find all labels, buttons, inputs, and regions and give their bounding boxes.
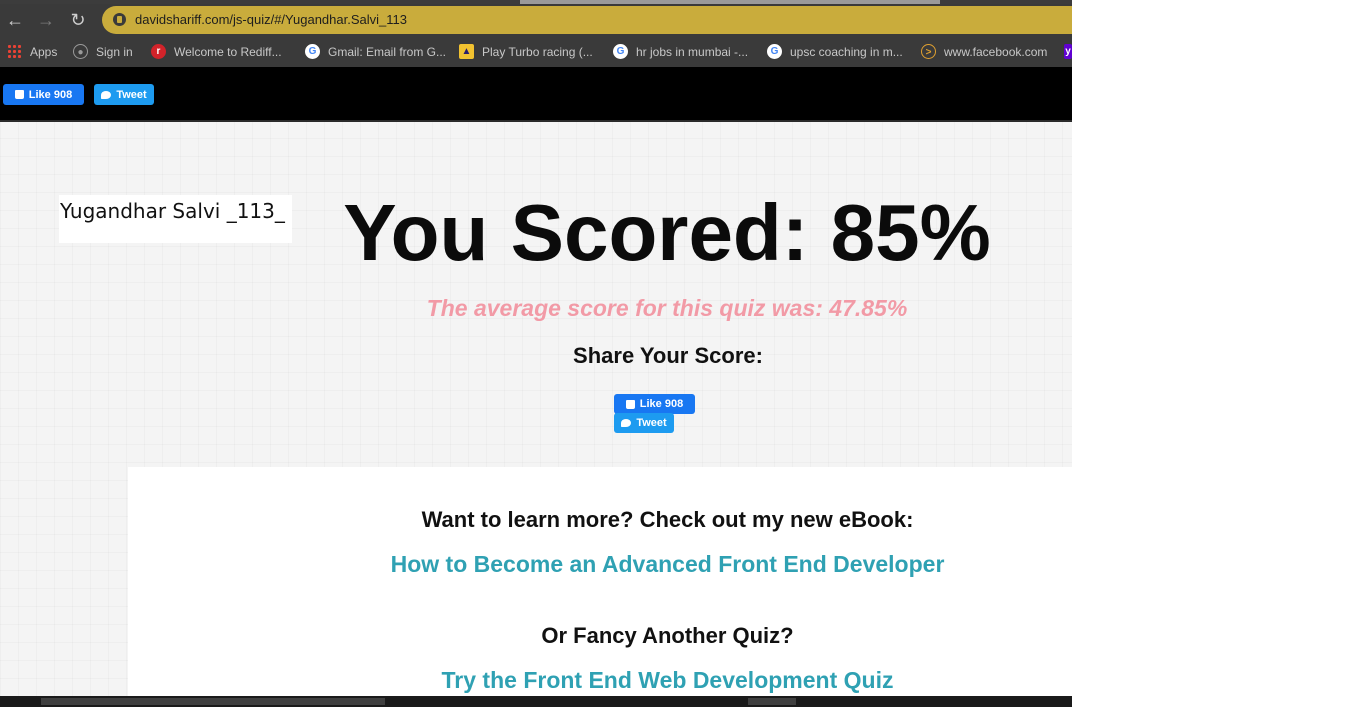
bookmark-apps[interactable]: Apps xyxy=(7,36,57,67)
google-icon: G xyxy=(305,44,320,59)
page-content: Like 908 Tweet Yugandhar Salvi _113_ You… xyxy=(0,67,1072,707)
bookmark-label: Apps xyxy=(30,44,58,59)
google-icon: G xyxy=(767,44,782,59)
site-info-icon[interactable] xyxy=(113,13,126,26)
promo-panel: Want to learn more? Check out my new eBo… xyxy=(128,467,1072,707)
horizontal-scrollbar[interactable] xyxy=(0,696,1072,707)
address-bar[interactable]: davidshariff.com/js-quiz/#/Yugandhar.Sal… xyxy=(102,6,1072,34)
turbo-icon: ▲ xyxy=(459,44,474,59)
share-like-button[interactable]: Like 908 xyxy=(614,394,695,414)
forward-icon[interactable]: → xyxy=(33,8,59,32)
bookmark-gmail[interactable]: G Gmail: Email from G... xyxy=(305,36,446,67)
twitter-bird-icon xyxy=(621,419,632,427)
bookmark-label: www.facebook.com xyxy=(944,44,1048,59)
bookmark-label: Gmail: Email from G... xyxy=(328,44,447,59)
tweet-label: Tweet xyxy=(116,88,147,101)
learn-more-text: Want to learn more? Check out my new eBo… xyxy=(421,507,914,532)
like-label: Like 908 xyxy=(639,398,684,410)
bookmark-turbo-racing[interactable]: ▲ Play Turbo racing (... xyxy=(459,36,593,67)
twitter-bird-icon xyxy=(101,90,112,99)
scrollbar-thumb[interactable] xyxy=(41,698,385,705)
social-top-bar: Like 908 Tweet xyxy=(0,67,1072,122)
another-quiz-text: Or Fancy Another Quiz? xyxy=(541,623,794,648)
bookmark-label: Welcome to Rediff... xyxy=(174,44,282,59)
bookmark-label: Play Turbo racing (... xyxy=(482,44,593,59)
bookmark-hr-jobs[interactable]: G hr jobs in mumbai -... xyxy=(613,36,748,67)
thumbs-up-icon xyxy=(14,90,24,99)
ebook-link[interactable]: How to Become an Advanced Front End Deve… xyxy=(128,551,1072,578)
share-title: Share Your Score: xyxy=(573,343,763,368)
address-url[interactable]: davidshariff.com/js-quiz/#/Yugandhar.Sal… xyxy=(135,6,407,34)
bookmark-rediff[interactable]: r Welcome to Rediff... xyxy=(151,36,282,67)
browser-window: ← → ↻ davidshariff.com/js-quiz/#/Yugandh… xyxy=(0,0,1072,707)
bookmark-label: upsc coaching in m... xyxy=(790,44,903,59)
bookmark-label: hr jobs in mumbai -... xyxy=(636,44,749,59)
back-icon[interactable]: ← xyxy=(2,8,28,32)
thumbs-up-icon xyxy=(625,399,635,409)
average-score: The average score for this quiz was: 47.… xyxy=(426,295,908,321)
facebook-like-button[interactable]: Like 908 xyxy=(3,84,84,105)
share-tweet-button[interactable]: Tweet xyxy=(614,413,674,433)
bookmarks-bar: Apps ● Sign in r Welcome to Rediff... G … xyxy=(0,36,1072,67)
apps-grid-icon xyxy=(7,44,22,59)
like-label: Like 908 xyxy=(28,88,73,101)
rediff-icon: r xyxy=(151,44,166,59)
bookmark-yahoo[interactable]: y xyxy=(1064,36,1072,67)
google-icon: G xyxy=(613,44,628,59)
bookmark-upsc-coaching[interactable]: G upsc coaching in m... xyxy=(767,36,903,67)
scrollbar-thumb[interactable] xyxy=(748,698,796,705)
tweet-button[interactable]: Tweet xyxy=(94,84,154,105)
score-heading: You Scored: 85% xyxy=(343,188,991,277)
bookmark-sign-in[interactable]: ● Sign in xyxy=(73,36,133,67)
username-box: Yugandhar Salvi _113_ xyxy=(59,195,292,243)
yahoo-icon: y xyxy=(1064,44,1072,59)
reload-icon[interactable]: ↻ xyxy=(65,8,91,32)
bookmark-facebook[interactable]: > www.facebook.com xyxy=(921,36,1047,67)
tweet-label: Tweet xyxy=(636,417,667,429)
browser-toolbar: ← → ↻ davidshariff.com/js-quiz/#/Yugandh… xyxy=(0,4,1072,36)
facebook-icon: > xyxy=(921,44,936,59)
username: Yugandhar Salvi _113_ xyxy=(60,199,285,223)
bookmark-label: Sign in xyxy=(96,44,133,59)
person-icon: ● xyxy=(73,44,88,59)
quiz-link[interactable]: Try the Front End Web Development Quiz xyxy=(128,667,1072,694)
